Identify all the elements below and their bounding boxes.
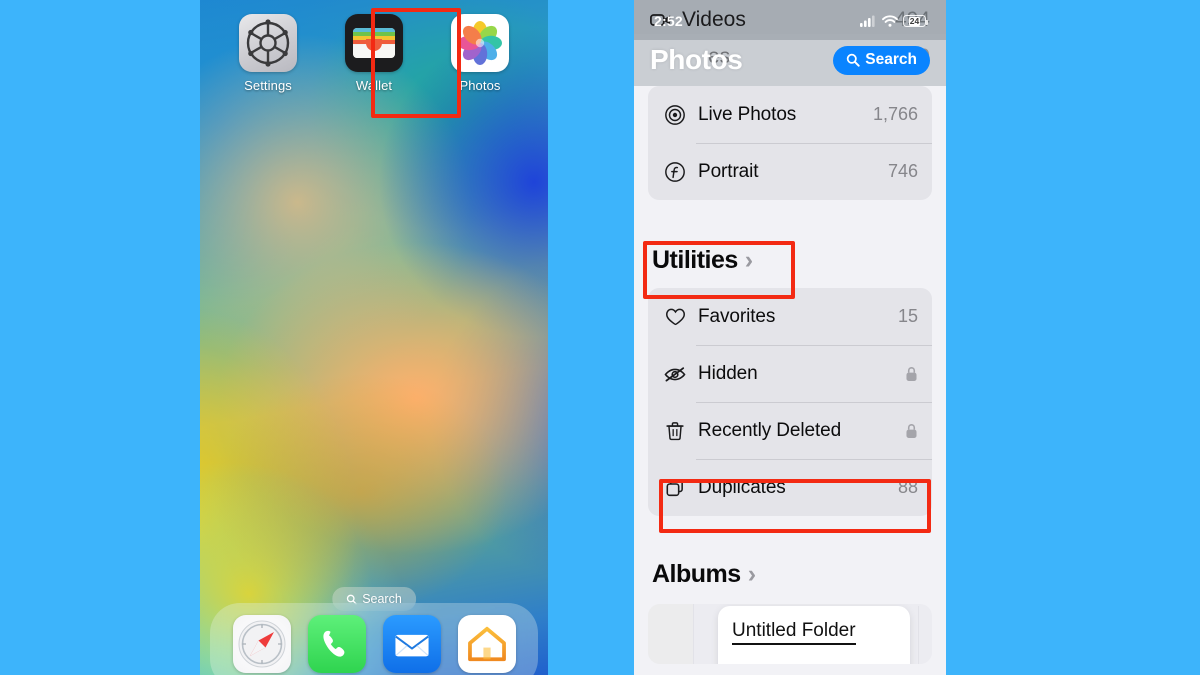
row-count: 15 — [897, 306, 918, 326]
row-portrait[interactable]: Portrait 746 — [648, 143, 932, 200]
status-time: 2:52 — [654, 13, 683, 29]
live-photos-icon — [660, 104, 690, 126]
app-label-photos: Photos — [459, 78, 501, 93]
row-count: 1,766 — [872, 104, 918, 124]
row-count: 746 — [887, 161, 918, 181]
home-dock — [210, 603, 538, 675]
envelope-glyph — [394, 634, 429, 657]
safari-glyph — [238, 620, 285, 668]
safari-compass-icon[interactable] — [232, 615, 291, 673]
chevron-right-icon: › — [747, 559, 756, 588]
ios-wallpaper — [200, 0, 548, 675]
duplicates-icon — [660, 477, 690, 499]
utilities-title: Utilities — [652, 245, 738, 274]
folder-rename-popover[interactable]: Untitled Folder — [718, 606, 910, 664]
status-bar: 2:52 24 — [634, 10, 946, 32]
cellular-bars-icon — [860, 15, 875, 27]
app-photos[interactable]: Photos — [441, 14, 519, 93]
mail-envelope-icon[interactable] — [382, 615, 441, 673]
photos-pinwheel-icon[interactable] — [451, 14, 509, 72]
home-house-icon[interactable] — [457, 615, 516, 673]
row-label: Hidden — [698, 362, 758, 384]
folder-thumbnail — [648, 604, 694, 664]
trash-icon — [660, 420, 690, 442]
page-title: Photos — [650, 44, 743, 75]
app-label-wallet: Wallet — [355, 78, 393, 93]
folder-title: Untitled Folder — [732, 620, 856, 645]
phone-handset-icon[interactable] — [307, 615, 366, 673]
media-types-card: Live Photos 1,766 Portrait 746 — [648, 86, 932, 200]
handset-glyph — [322, 630, 344, 657]
search-button-label: Search — [865, 50, 917, 68]
row-duplicates[interactable]: Duplicates 88 — [648, 459, 932, 516]
heart-icon — [660, 305, 690, 328]
row-hidden[interactable]: Hidden — [648, 345, 932, 402]
albums-title: Albums — [652, 559, 741, 588]
albums-section-header[interactable]: Albums › — [634, 552, 946, 596]
row-label: Portrait — [698, 160, 759, 182]
row-live-photos[interactable]: Live Photos 1,766 — [648, 86, 932, 143]
house-glyph — [467, 626, 506, 662]
settings-gear-icon[interactable] — [239, 14, 297, 72]
row-label: Duplicates — [698, 476, 786, 498]
home-screen-app-grid: Settings Wallet Photos — [200, 14, 548, 93]
lock-icon — [905, 423, 918, 439]
row-label: Favorites — [698, 305, 776, 327]
row-count: 88 — [897, 477, 918, 497]
photos-header: es 9 Photos Search — [634, 34, 946, 86]
app-settings[interactable]: Settings — [229, 14, 307, 93]
row-label: Live Photos — [698, 103, 797, 125]
app-wallet[interactable]: Wallet — [335, 14, 413, 93]
search-icon — [847, 53, 860, 67]
left-phone-screenshot: Settings Wallet Photos Search — [200, 0, 548, 675]
chevron-right-icon: › — [744, 245, 753, 274]
wifi-icon — [882, 15, 898, 27]
folder-side-panel — [918, 606, 932, 664]
battery-icon: 24 — [903, 15, 929, 27]
wallet-card-icon[interactable] — [345, 14, 403, 72]
app-label-settings: Settings — [244, 78, 292, 93]
lock-icon — [905, 366, 918, 382]
utilities-section-header[interactable]: Utilities › — [634, 238, 946, 282]
row-label: Recently Deleted — [698, 419, 842, 441]
portrait-f-icon — [660, 161, 690, 183]
pinwheel-glyph — [458, 21, 502, 65]
utilities-card: Favorites 15 Hidden Recently Deleted Dup… — [648, 288, 932, 516]
search-button[interactable]: Search — [833, 45, 930, 75]
albums-scroll-body[interactable]: Live Photos 1,766 Portrait 746 Utilities… — [634, 86, 946, 675]
row-favorites[interactable]: Favorites 15 — [648, 288, 932, 345]
wallet-card-glyph — [353, 28, 395, 58]
right-phone-screenshot: Videos 494 2:52 24 es 9 — [634, 0, 946, 675]
untitled-folder-card[interactable]: Untitled Folder — [648, 604, 932, 664]
eye-slash-icon — [660, 362, 690, 386]
gear-glyph — [246, 19, 290, 67]
row-recently-deleted[interactable]: Recently Deleted — [648, 402, 932, 459]
battery-level: 24 — [908, 15, 921, 26]
